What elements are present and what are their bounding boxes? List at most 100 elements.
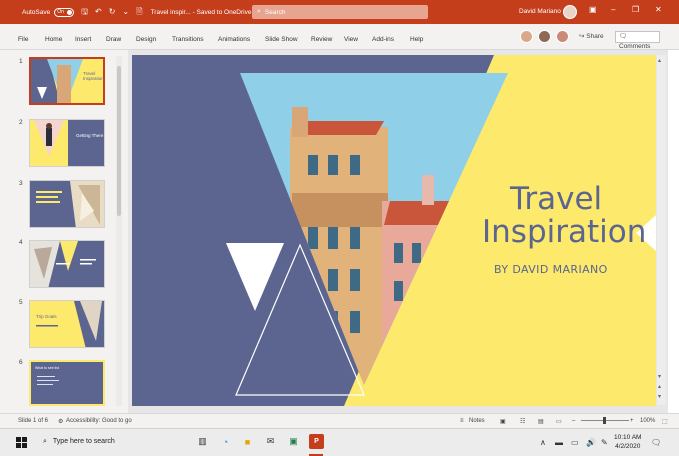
tab-help[interactable]: Help: [410, 36, 423, 43]
ribbon-display-icon[interactable]: ▣: [589, 6, 597, 14]
notes-button[interactable]: Notes: [469, 418, 485, 424]
close-icon[interactable]: ✕: [655, 6, 662, 14]
comments-label: Comments: [619, 43, 651, 50]
customize-toolbar-icon[interactable]: ⌄: [122, 8, 129, 16]
scroll-down-icon[interactable]: ▾: [658, 373, 661, 380]
zoom-slider-thumb[interactable]: [603, 417, 606, 424]
clock-time: 10:10 AM: [614, 434, 642, 441]
slide-number: 4: [19, 239, 23, 246]
zoom-out-icon[interactable]: –: [572, 418, 575, 424]
slide-thumbnail-art: [30, 181, 104, 227]
slide-sorter-icon[interactable]: ☷: [520, 418, 525, 425]
save-icon[interactable]: 🖫: [81, 8, 88, 16]
fit-slide-icon[interactable]: ⬚: [662, 418, 668, 425]
notifications-icon[interactable]: 🗨: [651, 438, 661, 447]
slide-thumbnail-art: [30, 301, 104, 347]
taskbar-search-placeholder: Type here to search: [52, 438, 115, 445]
slide-thumbnail-art: [30, 120, 68, 166]
next-slide-icon[interactable]: ▾: [658, 393, 661, 400]
store-icon[interactable]: ▣: [286, 434, 301, 449]
search-placeholder: Search: [264, 8, 286, 16]
tab-design[interactable]: Design: [136, 36, 156, 43]
editor-scrollbar[interactable]: ▴ ▾ ▴ ▾: [657, 55, 666, 405]
thumbnails-scroll-thumb[interactable]: [117, 66, 121, 216]
slide-thumbnail-3[interactable]: [29, 180, 105, 228]
tab-insert[interactable]: Insert: [75, 36, 91, 43]
pen-icon[interactable]: ✎: [601, 438, 608, 447]
slide-show-icon[interactable]: ▭: [556, 418, 562, 425]
tab-slide-show[interactable]: Slide Show: [265, 36, 298, 43]
user-avatar[interactable]: [563, 5, 577, 19]
mail-icon[interactable]: ✉: [263, 434, 278, 449]
previous-slide-icon[interactable]: ▴: [658, 383, 661, 390]
slide-number: 5: [19, 299, 23, 306]
thumbnail-title: What to see list: [35, 366, 59, 370]
tab-file[interactable]: File: [18, 36, 28, 43]
slide-thumbnail-art: [31, 59, 103, 103]
tab-review[interactable]: Review: [311, 36, 332, 43]
taskbar-search[interactable]: ⌕ Type here to search: [43, 438, 115, 446]
undo-icon[interactable]: ↶: [95, 8, 102, 16]
minimize-icon[interactable]: –: [611, 6, 615, 14]
thumbnail-title: Travel Inspiration: [83, 71, 104, 81]
maximize-icon[interactable]: ❐: [632, 6, 639, 14]
battery-icon[interactable]: ▬: [555, 438, 563, 447]
edge-icon[interactable]: ◔: [218, 434, 233, 449]
slide-subtitle[interactable]: BY DAVID MARIANO: [494, 263, 608, 276]
ribbon: File Home Insert Draw Design Transitions…: [0, 24, 679, 50]
zoom-in-icon[interactable]: +: [630, 418, 634, 424]
scroll-up-icon[interactable]: ▴: [658, 57, 661, 64]
accessibility-status[interactable]: Accessibility: Good to go: [66, 418, 132, 424]
slide-thumbnail-6[interactable]: What to see list: [29, 360, 105, 406]
notes-icon: ≡: [460, 418, 464, 424]
volume-icon[interactable]: 🔊: [586, 438, 596, 447]
slide-title-line2[interactable]: Inspiration: [482, 215, 646, 249]
accessibility-icon[interactable]: ⚙: [58, 418, 63, 425]
tab-home[interactable]: Home: [45, 36, 62, 43]
thumbnail-title: Trip Goals: [36, 314, 57, 319]
comments-button[interactable]: 🗨 Comments: [615, 31, 660, 50]
slide-number: 3: [19, 180, 23, 187]
task-view-icon[interactable]: ▥: [195, 434, 210, 449]
document-icon: 🗎: [136, 7, 143, 16]
slide-title-line1[interactable]: Travel: [510, 182, 602, 216]
collaborator-avatar[interactable]: [556, 30, 569, 43]
search-icon: ⌕: [43, 438, 47, 445]
title-bar: AutoSave On 🖫 ↶ ↻ ⌄ 🗎 Travel inspir... -…: [0, 0, 679, 24]
user-name[interactable]: David Mariano: [519, 8, 561, 15]
search-icon: ⌕: [257, 8, 261, 15]
slide-number: 1: [19, 58, 23, 65]
windows-taskbar: ⌕ Type here to search ▥ ◔ ■ ✉ ▣ P ∧ ▬ ▭ 🔊…: [0, 428, 679, 456]
share-button[interactable]: ↪ Share: [579, 32, 604, 40]
network-icon[interactable]: ▭: [571, 438, 579, 447]
system-clock[interactable]: 10:10 AM 4/2/2020: [614, 433, 641, 451]
slide-thumbnail-art: [30, 241, 104, 287]
thumbnail-title: Getting There: [76, 133, 104, 138]
collaborator-avatar[interactable]: [538, 30, 551, 43]
tab-transitions[interactable]: Transitions: [172, 36, 204, 43]
slide-thumbnail-1[interactable]: Travel Inspiration: [29, 57, 105, 105]
slide-count: Slide 1 of 6: [18, 418, 49, 424]
redo-icon[interactable]: ↻: [109, 8, 116, 16]
file-explorer-icon[interactable]: ■: [240, 434, 255, 449]
normal-view-icon[interactable]: ▣: [500, 418, 506, 425]
slide-number: 6: [19, 359, 23, 366]
autosave-toggle[interactable]: On: [54, 7, 75, 17]
tab-view[interactable]: View: [344, 36, 358, 43]
zoom-level[interactable]: 100%: [640, 418, 655, 424]
slide-thumbnail-5[interactable]: Trip Goals: [29, 300, 105, 348]
document-title[interactable]: Travel inspir... - Saved to OneDrive: [151, 9, 252, 16]
slide-thumbnail-2[interactable]: Getting There: [29, 119, 105, 167]
clock-date: 4/2/2020: [615, 443, 641, 450]
collaborator-avatar[interactable]: [520, 30, 533, 43]
powerpoint-icon[interactable]: P: [309, 434, 324, 449]
tray-overflow-icon[interactable]: ∧: [540, 438, 546, 447]
search-box[interactable]: ⌕ Search: [252, 5, 428, 19]
tab-add-ins[interactable]: Add-ins: [372, 36, 394, 43]
tab-draw[interactable]: Draw: [106, 36, 121, 43]
tab-animations[interactable]: Animations: [218, 36, 250, 43]
reading-view-icon[interactable]: ▤: [538, 418, 544, 425]
thumbnails-scrollbar[interactable]: [116, 56, 122, 406]
windows-logo-icon[interactable]: [16, 437, 27, 448]
slide-thumbnail-4[interactable]: [29, 240, 105, 288]
